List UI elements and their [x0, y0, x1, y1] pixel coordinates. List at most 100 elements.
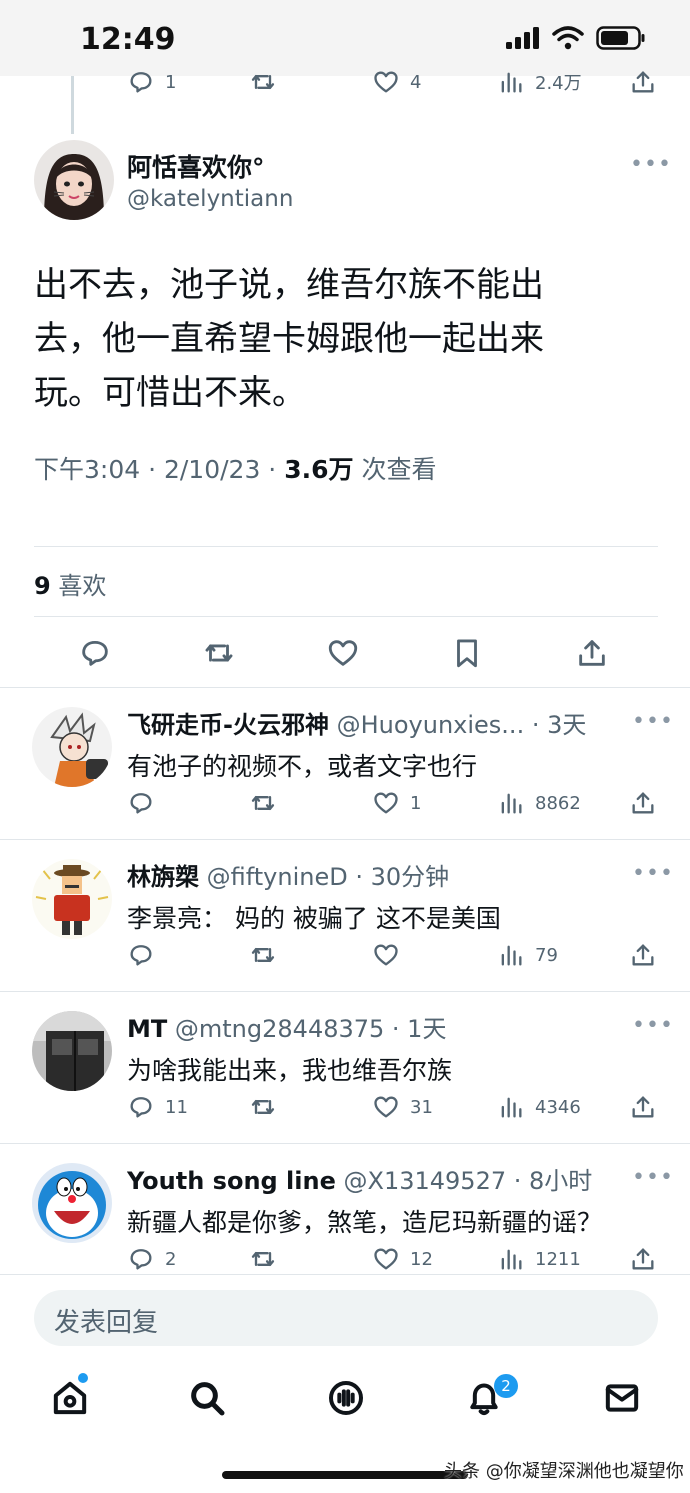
- tab-home[interactable]: [50, 1378, 90, 1422]
- like-button[interactable]: [372, 941, 410, 969]
- views-button[interactable]: 8862: [497, 789, 581, 817]
- bottom-tab-bar: 2: [0, 1370, 690, 1430]
- reply-tweet[interactable]: Youth song line @X13149527 · 8小时 ••• 新疆人…: [0, 1161, 690, 1273]
- avatar[interactable]: [32, 707, 112, 787]
- reply-author-handle[interactable]: @fiftynineD · 30分钟: [199, 863, 450, 891]
- bookmark-icon: [457, 639, 477, 668]
- share-icon: [579, 640, 605, 666]
- heart-icon: [374, 71, 398, 93]
- tweet-meta: 下午3:04 · 2/10/23 · 3.6万 次查看: [34, 450, 436, 486]
- avatar[interactable]: [32, 859, 112, 939]
- avatar-image: [32, 859, 112, 939]
- author-name[interactable]: 阿恬喜欢你°: [127, 148, 265, 184]
- views-button[interactable]: 79: [497, 941, 558, 969]
- reply-button[interactable]: 2: [127, 1245, 176, 1273]
- reply-text: 为啥我能出来，我也维吾尔族: [127, 1056, 453, 1085]
- wifi-icon: [552, 26, 584, 50]
- reply-header: Youth song line @X13149527 · 8小时: [127, 1161, 617, 1196]
- share-button[interactable]: [629, 789, 657, 817]
- views-button[interactable]: 2.4万: [497, 68, 582, 96]
- retweet-icon: [251, 948, 275, 962]
- divider: [34, 546, 658, 547]
- avatar[interactable]: [32, 1163, 112, 1243]
- share-button[interactable]: [629, 941, 657, 969]
- share-button[interactable]: [629, 1245, 657, 1273]
- retweet-icon: [205, 644, 233, 662]
- heart-icon: [374, 1096, 398, 1118]
- reply-author-name[interactable]: MT: [127, 1015, 167, 1043]
- reply-button[interactable]: [127, 941, 165, 969]
- share-icon: [632, 1248, 654, 1270]
- more-options-button[interactable]: •••: [632, 709, 674, 734]
- avatar[interactable]: [32, 1011, 112, 1091]
- like-count: 1: [410, 792, 422, 814]
- avatar[interactable]: [34, 140, 114, 220]
- reply-tweet[interactable]: 飞研走币-火云邪神 @Huoyunxies... · 3天 ••• 有池子的视频…: [0, 705, 690, 835]
- like-button[interactable]: 12: [372, 1245, 433, 1273]
- reply-compose-input[interactable]: 发表回复: [34, 1290, 658, 1346]
- reply-button[interactable]: [78, 636, 112, 674]
- like-button[interactable]: 4: [372, 68, 421, 96]
- home-indicator[interactable]: [222, 1471, 468, 1479]
- retweet-button[interactable]: [249, 1093, 277, 1121]
- like-button[interactable]: 31: [372, 1093, 433, 1121]
- reply-author-name[interactable]: Youth song line: [127, 1167, 336, 1195]
- avatar-image: [32, 707, 112, 787]
- views-chart-icon: [501, 945, 522, 966]
- tweet-view-count: 3.6万: [284, 455, 354, 484]
- author-handle[interactable]: @katelyntiann: [127, 186, 293, 212]
- tweet-views-label: 次查看: [353, 455, 437, 484]
- spaces-icon: [329, 1381, 363, 1415]
- views-chart-icon: [501, 72, 522, 93]
- reply-text: 李景亮： 妈的 被骗了 这不是美国: [127, 904, 501, 933]
- share-button[interactable]: [629, 1093, 657, 1121]
- reply-tweet[interactable]: 林旃槊 @fiftynineD · 30分钟 ••• 李景亮： 妈的 被骗了 这…: [0, 857, 690, 987]
- tweet-text-line: 去，他一直希望卡姆跟他一起出来: [34, 319, 544, 359]
- reply-tweet[interactable]: MT @mtng28448375 · 1天 ••• 为啥我能出来，我也维吾尔族 …: [0, 1009, 690, 1139]
- retweet-button[interactable]: [249, 789, 277, 817]
- like-button[interactable]: [326, 636, 360, 674]
- share-button[interactable]: [629, 68, 657, 96]
- retweet-button[interactable]: [249, 68, 277, 96]
- reply-author-handle[interactable]: @X13149527 · 8小时: [336, 1167, 593, 1195]
- views-button[interactable]: 4346: [497, 1093, 581, 1121]
- tab-spaces[interactable]: [326, 1378, 366, 1422]
- heart-icon: [328, 640, 358, 666]
- reply-count: 11: [165, 1096, 188, 1118]
- reply-button[interactable]: 1: [127, 68, 176, 96]
- retweet-button[interactable]: [249, 941, 277, 969]
- reply-author-name[interactable]: 飞研走币-火云邪神: [127, 711, 329, 739]
- reply-author-name[interactable]: 林旃槊: [127, 863, 199, 891]
- views-count: 8862: [535, 792, 581, 814]
- like-count: 12: [410, 1248, 433, 1270]
- reply-button[interactable]: 11: [127, 1093, 188, 1121]
- reply-author-handle[interactable]: @Huoyunxies... · 3天: [329, 711, 587, 739]
- views-button[interactable]: 1211: [497, 1245, 581, 1273]
- retweet-button[interactable]: [202, 636, 236, 674]
- bookmark-button[interactable]: [450, 636, 484, 674]
- divider: [34, 616, 658, 617]
- like-button[interactable]: 1: [372, 789, 421, 817]
- notifications-badge: 2: [494, 1374, 518, 1398]
- tab-search[interactable]: [187, 1378, 227, 1422]
- avatar-image: [34, 140, 114, 220]
- retweet-button[interactable]: [249, 1245, 277, 1273]
- reply-icon: [130, 72, 152, 93]
- reply-author-handle[interactable]: @mtng28448375 · 1天: [167, 1015, 447, 1043]
- share-button[interactable]: [575, 636, 609, 674]
- more-options-button[interactable]: •••: [632, 1165, 674, 1190]
- more-options-button[interactable]: •••: [630, 152, 672, 177]
- share-icon: [632, 71, 654, 93]
- reply-button[interactable]: [127, 789, 165, 817]
- tweet-text-line: 出不去，池子说，维吾尔族不能出: [34, 265, 544, 305]
- likes-summary[interactable]: 9 喜欢: [34, 566, 106, 601]
- views-count: 2.4万: [535, 73, 582, 94]
- views-chart-icon: [501, 793, 522, 814]
- like-count: 4: [410, 71, 422, 93]
- more-options-button[interactable]: •••: [632, 861, 674, 886]
- reply-icon: [130, 945, 152, 966]
- reply-header: 飞研走币-火云邪神 @Huoyunxies... · 3天: [127, 705, 617, 740]
- more-options-button[interactable]: •••: [632, 1013, 674, 1038]
- status-time: 12:49: [80, 22, 176, 57]
- tab-messages[interactable]: [602, 1378, 642, 1422]
